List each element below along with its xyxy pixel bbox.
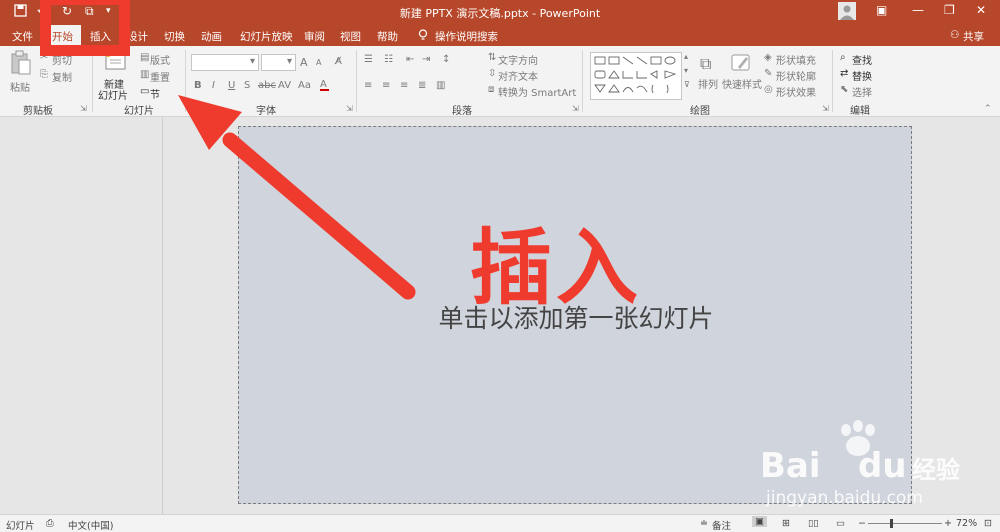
watermark-cn: 经验 [912, 456, 960, 484]
watermark-url: jingyan.baidu.com [766, 488, 923, 508]
watermark-brand: Bai [760, 446, 821, 486]
watermark-brand-2: du [858, 446, 907, 486]
annotation-text: 插入 [470, 221, 643, 316]
